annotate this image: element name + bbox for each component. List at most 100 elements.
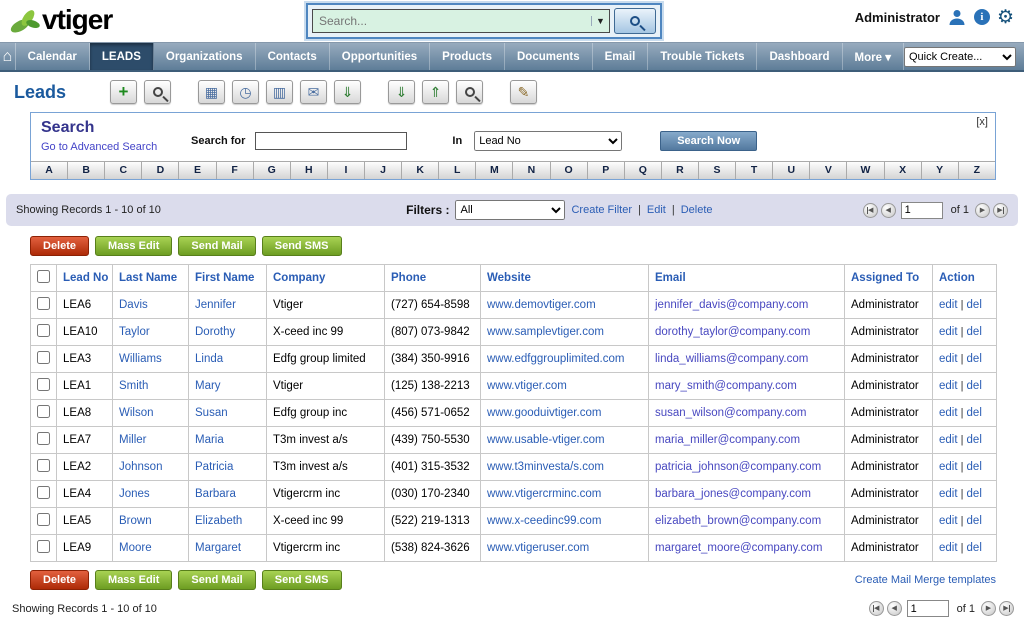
mass-edit-button[interactable]: Mass Edit bbox=[95, 570, 172, 590]
website-link[interactable]: www.demovtiger.com bbox=[487, 299, 596, 311]
edit-link[interactable]: edit bbox=[939, 488, 958, 500]
import-icon[interactable]: ⇓ bbox=[334, 80, 361, 104]
column-header-assigned-to[interactable]: Assigned To bbox=[851, 272, 919, 284]
tab-products[interactable]: Products bbox=[430, 43, 505, 70]
email-link[interactable]: susan_wilson@company.com bbox=[655, 407, 806, 419]
website-link[interactable]: www.vtigercrminc.com bbox=[487, 488, 601, 500]
quick-create-select[interactable]: Quick Create... bbox=[904, 47, 1016, 67]
last-name-link[interactable]: Wilson bbox=[119, 407, 154, 419]
del-link[interactable]: del bbox=[967, 461, 982, 473]
reports-icon[interactable]: ▥ bbox=[266, 80, 293, 104]
website-link[interactable]: www.edfggrouplimited.com bbox=[487, 353, 624, 365]
alpha-link-H[interactable]: H bbox=[291, 162, 328, 179]
alpha-link-I[interactable]: I bbox=[328, 162, 365, 179]
del-link[interactable]: del bbox=[967, 326, 982, 338]
advanced-search-link[interactable]: Go to Advanced Search bbox=[41, 141, 157, 153]
gear-icon[interactable]: ⚙ bbox=[997, 8, 1014, 27]
tab-contacts[interactable]: Contacts bbox=[256, 43, 330, 70]
select-all-checkbox[interactable] bbox=[37, 270, 50, 283]
tab-home[interactable]: ⌂ bbox=[0, 43, 16, 70]
edit-filter-link[interactable]: Edit bbox=[647, 204, 666, 216]
row-checkbox[interactable] bbox=[37, 513, 50, 526]
column-header-action[interactable]: Action bbox=[939, 272, 975, 284]
tab-trouble-tickets[interactable]: Trouble Tickets bbox=[648, 43, 757, 70]
website-link[interactable]: www.gooduivtiger.com bbox=[487, 407, 601, 419]
column-header-first-name[interactable]: First Name bbox=[195, 272, 254, 284]
edit-link[interactable]: edit bbox=[939, 542, 958, 554]
email-link[interactable]: elizabeth_brown@company.com bbox=[655, 515, 821, 527]
column-header-phone[interactable]: Phone bbox=[391, 272, 426, 284]
del-link[interactable]: del bbox=[967, 488, 982, 500]
email-link[interactable]: patricia_johnson@company.com bbox=[655, 461, 821, 473]
alpha-link-W[interactable]: W bbox=[847, 162, 884, 179]
close-search-link[interactable]: [x] bbox=[976, 116, 988, 128]
email-link[interactable]: maria_miller@company.com bbox=[655, 434, 800, 446]
del-link[interactable]: del bbox=[967, 407, 982, 419]
export-leads-icon[interactable]: ⇑ bbox=[422, 80, 449, 104]
delete-button[interactable]: Delete bbox=[30, 570, 89, 590]
row-checkbox[interactable] bbox=[37, 432, 50, 445]
first-name-link[interactable]: Mary bbox=[195, 380, 221, 392]
alpha-link-U[interactable]: U bbox=[773, 162, 810, 179]
alpha-link-Y[interactable]: Y bbox=[922, 162, 959, 179]
del-link[interactable]: del bbox=[967, 299, 982, 311]
last-name-link[interactable]: Jones bbox=[119, 488, 150, 500]
search-now-button[interactable]: Search Now bbox=[660, 131, 757, 151]
last-name-link[interactable]: Moore bbox=[119, 542, 152, 554]
mass-edit-button[interactable]: Mass Edit bbox=[95, 236, 172, 256]
search-dropdown-icon[interactable]: ▼ bbox=[591, 16, 609, 26]
delete-button[interactable]: Delete bbox=[30, 236, 89, 256]
first-name-link[interactable]: Margaret bbox=[195, 542, 241, 554]
alpha-link-T[interactable]: T bbox=[736, 162, 773, 179]
row-checkbox[interactable] bbox=[37, 351, 50, 364]
send-mail-button[interactable]: Send Mail bbox=[178, 570, 255, 590]
email-link[interactable]: margaret_moore@company.com bbox=[655, 542, 822, 554]
delete-filter-link[interactable]: Delete bbox=[681, 204, 713, 216]
tab-dashboard[interactable]: Dashboard bbox=[757, 43, 842, 70]
last-name-link[interactable]: Miller bbox=[119, 434, 146, 446]
last-name-link[interactable]: Davis bbox=[119, 299, 148, 311]
edit-link[interactable]: edit bbox=[939, 299, 958, 311]
last-name-link[interactable]: Johnson bbox=[119, 461, 162, 473]
website-link[interactable]: www.vtigeruser.com bbox=[487, 542, 589, 554]
row-checkbox[interactable] bbox=[37, 324, 50, 337]
alpha-link-P[interactable]: P bbox=[588, 162, 625, 179]
filter-select[interactable]: All bbox=[455, 200, 565, 220]
first-name-link[interactable]: Dorothy bbox=[195, 326, 235, 338]
last-name-link[interactable]: Brown bbox=[119, 515, 152, 527]
row-checkbox[interactable] bbox=[37, 378, 50, 391]
alpha-link-G[interactable]: G bbox=[254, 162, 291, 179]
row-checkbox[interactable] bbox=[37, 486, 50, 499]
send-mail-button[interactable]: Send Mail bbox=[178, 236, 255, 256]
alpha-link-C[interactable]: C bbox=[105, 162, 142, 179]
email-link[interactable]: barbara_jones@company.com bbox=[655, 488, 811, 500]
email-link[interactable]: dorothy_taylor@company.com bbox=[655, 326, 810, 338]
tab-leads[interactable]: LEADS bbox=[90, 43, 154, 70]
find-duplicates-icon[interactable] bbox=[456, 80, 483, 104]
prev-page-button[interactable]: ◀ bbox=[881, 203, 896, 218]
first-name-link[interactable]: Maria bbox=[195, 434, 224, 446]
column-header-website[interactable]: Website bbox=[487, 272, 531, 284]
clock-icon[interactable]: ◷ bbox=[232, 80, 259, 104]
alpha-link-E[interactable]: E bbox=[179, 162, 216, 179]
alpha-link-M[interactable]: M bbox=[476, 162, 513, 179]
edit-link[interactable]: edit bbox=[939, 380, 958, 392]
user-icon[interactable] bbox=[947, 7, 967, 27]
row-checkbox[interactable] bbox=[37, 459, 50, 472]
last-name-link[interactable]: Williams bbox=[119, 353, 162, 365]
column-header-email[interactable]: Email bbox=[655, 272, 686, 284]
edit-link[interactable]: edit bbox=[939, 515, 958, 527]
page-number-input[interactable] bbox=[907, 600, 949, 617]
alpha-link-N[interactable]: N bbox=[513, 162, 550, 179]
first-name-link[interactable]: Jennifer bbox=[195, 299, 236, 311]
edit-link[interactable]: edit bbox=[939, 461, 958, 473]
first-name-link[interactable]: Susan bbox=[195, 407, 228, 419]
email-link[interactable]: linda_williams@company.com bbox=[655, 353, 808, 365]
row-checkbox[interactable] bbox=[37, 405, 50, 418]
edit-link[interactable]: edit bbox=[939, 326, 958, 338]
first-page-button[interactable]: ◀ bbox=[869, 601, 884, 616]
alpha-link-O[interactable]: O bbox=[551, 162, 588, 179]
next-page-button[interactable]: ▶ bbox=[975, 203, 990, 218]
website-link[interactable]: www.vtiger.com bbox=[487, 380, 567, 392]
first-page-button[interactable]: ◀ bbox=[863, 203, 878, 218]
